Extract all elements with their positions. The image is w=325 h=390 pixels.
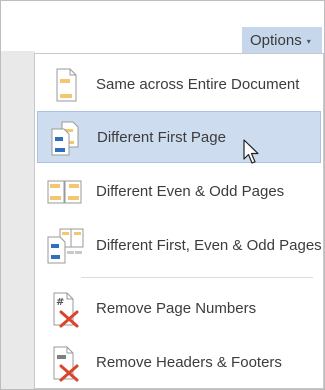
menu-item-same-across-document[interactable]: Same across Entire Document [37, 58, 321, 110]
options-dropdown-menu: Same across Entire Document Different Fi… [34, 53, 324, 389]
menu-item-label: Remove Page Numbers [96, 299, 257, 317]
menu-item-label: Different First, Even & Odd Pages [96, 236, 322, 254]
menu-item-different-first-page[interactable]: Different First Page [37, 111, 321, 163]
svg-text:#: # [56, 297, 64, 308]
remove-page-numbers-icon: # [53, 292, 79, 328]
mouse-pointer-icon [243, 139, 259, 164]
menu-item-remove-page-numbers[interactable]: # Remove Page Numbers [37, 282, 321, 334]
menu-item-label: Different First Page [97, 128, 226, 146]
different-first-page-icon [51, 121, 79, 156]
menu-item-label: Different Even & Odd Pages [96, 182, 285, 200]
menu-item-remove-headers-footers[interactable]: Remove Headers & Footers [37, 336, 321, 388]
document-background [1, 51, 35, 389]
remove-headers-footers-icon [53, 346, 79, 382]
options-label: Options [250, 32, 302, 49]
different-even-odd-icon [47, 180, 82, 204]
menu-separator [81, 277, 313, 278]
chevron-down-icon: ▾ [306, 37, 311, 46]
same-across-document-icon [56, 68, 77, 102]
menu-item-different-first-even-odd[interactable]: Different First, Even & Odd Pages [37, 219, 322, 271]
menu-item-different-even-odd[interactable]: Different Even & Odd Pages [37, 165, 321, 217]
different-first-even-odd-icon [47, 228, 84, 264]
menu-item-label: Remove Headers & Footers [96, 353, 282, 371]
menu-item-label: Same across Entire Document [96, 75, 300, 93]
options-button[interactable]: Options ▾ [242, 27, 322, 54]
